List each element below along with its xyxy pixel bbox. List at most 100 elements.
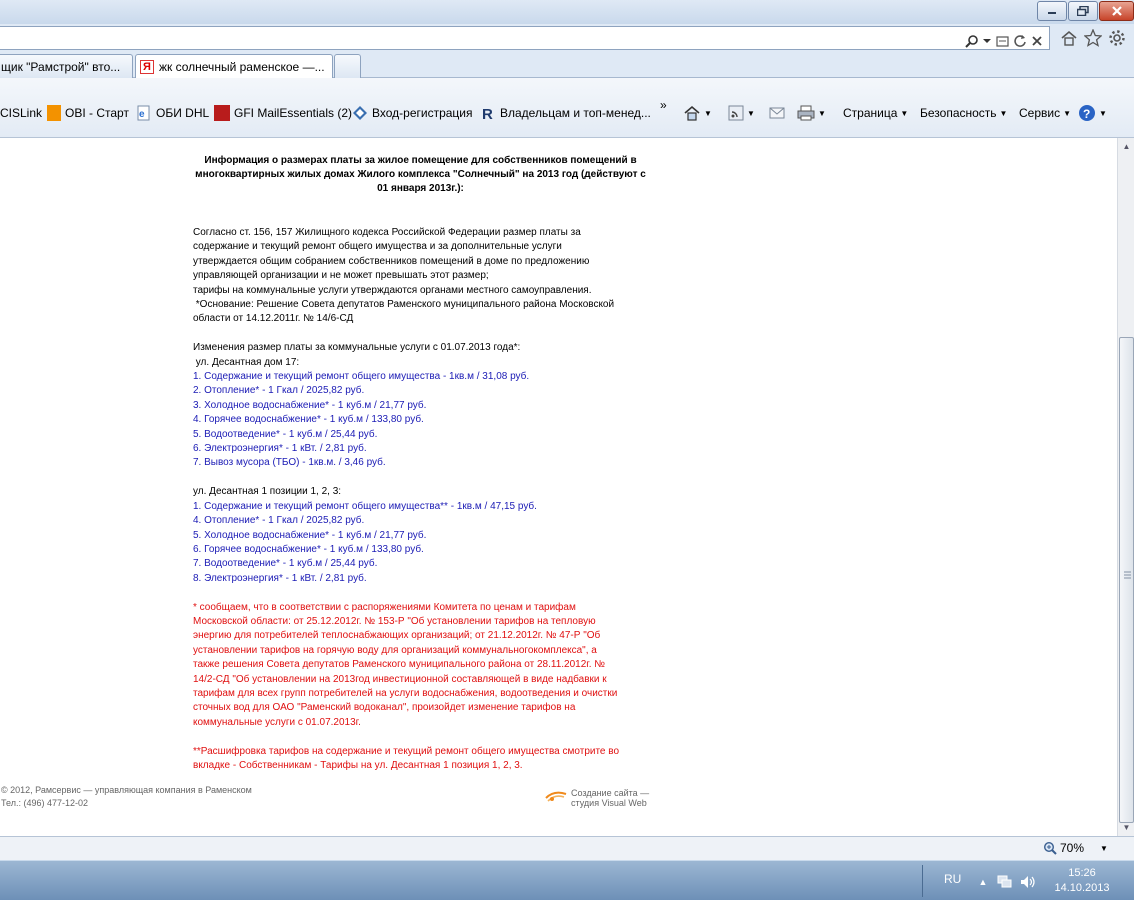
help-menu[interactable]: ? ▼ — [1078, 104, 1107, 122]
language-indicator[interactable]: RU — [944, 872, 961, 886]
vertical-scrollbar[interactable]: ▲ ▼ — [1117, 138, 1134, 836]
intro-line: Согласно ст. 156, 157 Жилищного кодекса … — [193, 227, 581, 238]
compatibility-view-icon[interactable] — [995, 33, 1011, 49]
intro-line: управляющей организации и не может превы… — [193, 270, 489, 282]
tab-label: жк солнечный раменское —... — [159, 59, 325, 74]
changes-heading: Изменения размер платы за коммунальные у… — [193, 342, 521, 354]
developer-credit-link[interactable]: Создание сайта — студия Visual Web — [544, 788, 649, 808]
footnote-line: тарифам для всех групп потребителей на у… — [193, 687, 618, 699]
footnote-line: вкладке - Собственникам - Тарифы на ул. … — [193, 759, 523, 771]
search-icon[interactable] — [964, 33, 980, 49]
scroll-down-arrow-icon[interactable]: ▼ — [1118, 819, 1134, 836]
page-content: Информация о размерах платы за жилое пом… — [0, 138, 1117, 836]
restore-button[interactable] — [1068, 1, 1098, 21]
article-title: Информация о размерах платы за жилое пом… — [195, 155, 646, 194]
footnote-line: коммунальные услуги с 01.07.2013г. — [193, 716, 361, 728]
address-bar — [0, 24, 1134, 52]
status-bar: 70% ▼ — [0, 836, 1134, 860]
favorite-login[interactable]: Вход-регистрация — [352, 104, 473, 122]
footnote-line: установлении тарифов на горячую воду для… — [193, 644, 597, 656]
tariff-item: 5. Холодное водоснабжение* - 1 куб.м / 2… — [193, 529, 427, 541]
system-clock[interactable]: 15:26 14.10.2013 — [1050, 866, 1114, 896]
tariff-item: 7. Водоотведение* - 1 куб.м / 25,44 руб. — [193, 558, 378, 570]
visual-web-logo-icon — [545, 791, 567, 802]
minimize-button[interactable] — [1037, 1, 1067, 21]
phone-text: Тел.: (496) 477-12-02 — [1, 798, 88, 808]
network-icon[interactable] — [996, 874, 1012, 890]
volume-icon[interactable] — [1019, 874, 1035, 890]
footnote-line: 14/2-СД "Об установлении на 2013год инве… — [193, 673, 607, 685]
credit-line: Создание сайта — — [571, 788, 650, 798]
footnote-tariff-change: * сообщаем, что в соответствии с распоря… — [193, 601, 648, 731]
favorite-obi-start[interactable]: OBI - Старт — [47, 104, 129, 122]
tools-menu[interactable]: Сервис ▼ — [1019, 104, 1071, 122]
home-icon[interactable] — [1059, 28, 1079, 48]
help-icon: ? — [1079, 105, 1095, 121]
intro-line: области от 14.12.2011г. № 14/6-СД — [193, 313, 354, 325]
scroll-thumb[interactable] — [1119, 337, 1134, 823]
settings-gear-icon[interactable] — [1107, 28, 1127, 48]
section2-heading: ул. Десантная 1 позиции 1, 2, 3: — [193, 486, 342, 498]
intro-line: утверждается общим собранием собственник… — [193, 255, 590, 267]
page-menu[interactable]: Страница ▼ — [843, 104, 908, 122]
home-command-icon[interactable]: ▼ — [683, 104, 712, 122]
refresh-icon[interactable] — [1012, 33, 1028, 49]
obi-icon — [47, 105, 61, 121]
tariff-item: 6. Электроэнергия* - 1 кВт. / 2,81 руб. — [193, 443, 367, 455]
new-tab-button[interactable] — [334, 54, 361, 78]
zoom-magnifier-icon — [1043, 841, 1057, 855]
tariff-item: 5. Водоотведение* - 1 куб.м / 25,44 руб. — [193, 428, 378, 440]
tab-strip: щик "Рамстрой" вто... Я жк солнечный рам… — [0, 52, 1134, 78]
tariff-item: 4. Отопление* - 1 Гкал / 2025,82 руб. — [193, 515, 365, 527]
read-mail-icon[interactable] — [769, 104, 785, 122]
intro-line: *Основание: Решение Совета депутатов Рам… — [193, 299, 615, 311]
favorite-obi-dhl[interactable]: e ОБИ DHL — [136, 104, 209, 122]
tariff-item: 4. Горячее водоснабжение* - 1 куб.м / 13… — [193, 414, 424, 426]
r-logo-icon: R — [480, 105, 496, 123]
tariff-item: 1. Содержание и текущий ремонт общего им… — [193, 371, 530, 383]
chevron-down-icon: ▼ — [900, 108, 909, 118]
gfi-icon — [214, 105, 230, 121]
tab-ramstroy[interactable]: щик "Рамстрой" вто... — [0, 54, 133, 78]
yandex-favicon-icon: Я — [140, 59, 154, 74]
more-favorites-chevron-icon[interactable]: » — [660, 96, 667, 114]
favorites-command-bar: CISLink OBI - Старт e ОБИ DHL GFI MailEs… — [0, 78, 1134, 138]
favorite-owners[interactable]: R Владельцам и топ-менед... — [480, 104, 651, 123]
chevron-down-icon: ▼ — [1063, 108, 1072, 118]
search-dropdown-icon[interactable] — [982, 33, 992, 49]
favorite-gfi-mailessentials[interactable]: GFI MailEssentials (2) — [214, 104, 352, 122]
print-icon[interactable]: ▼ — [797, 104, 826, 122]
tab-active-search[interactable]: Я жк солнечный раменское —... — [135, 54, 333, 78]
rss-feeds-icon[interactable]: ▼ — [728, 104, 755, 122]
scroll-up-arrow-icon[interactable]: ▲ — [1118, 138, 1134, 155]
chevron-down-icon: ▼ — [1099, 108, 1107, 118]
tariff-item: 7. Вывоз мусора (ТБО) - 1кв.м. / 3,46 ру… — [193, 457, 386, 469]
intro-line: содержание и текущий ремонт общего имуще… — [193, 241, 562, 253]
show-hidden-icons-icon[interactable]: ▲ — [975, 874, 991, 890]
svg-text:e: e — [139, 109, 145, 120]
section2-list: 1. Содержание и текущий ремонт общего им… — [193, 500, 648, 586]
favorite-cislink[interactable]: CISLink — [0, 104, 42, 122]
zoom-control[interactable]: 70% ▼ — [1043, 841, 1108, 855]
close-window-button[interactable] — [1099, 1, 1134, 21]
clock-time: 15:26 — [1068, 867, 1096, 879]
tariff-item: 1. Содержание и текущий ремонт общего им… — [193, 500, 537, 512]
restore-icon — [1077, 6, 1089, 16]
stop-icon[interactable] — [1029, 33, 1045, 49]
safety-menu[interactable]: Безопасность ▼ — [920, 104, 1007, 122]
url-input[interactable] — [0, 26, 1050, 50]
clock-date: 14.10.2013 — [1054, 882, 1110, 894]
grip-icon — [1124, 571, 1131, 579]
favorites-star-icon[interactable] — [1083, 28, 1103, 48]
tariff-item: 6. Горячее водоснабжение* - 1 куб.м / 13… — [193, 543, 424, 555]
zoom-level: 70% — [1060, 841, 1085, 855]
close-icon — [1111, 6, 1122, 16]
windows-taskbar: RU ▲ 15:26 14.10.2013 — [0, 860, 1134, 900]
credit-line: студия Visual Web — [571, 798, 647, 808]
tariff-article: Информация о размерах платы за жилое пом… — [193, 154, 648, 773]
section1-heading: ул. Десантная дом 17: — [193, 356, 300, 368]
minimize-icon — [1048, 12, 1056, 14]
section1-list: 1. Содержание и текущий ремонт общего им… — [193, 370, 648, 471]
footnote-line: **Расшифровка тарифов на содержание и те… — [193, 745, 620, 757]
chevron-down-icon: ▼ — [999, 108, 1008, 118]
